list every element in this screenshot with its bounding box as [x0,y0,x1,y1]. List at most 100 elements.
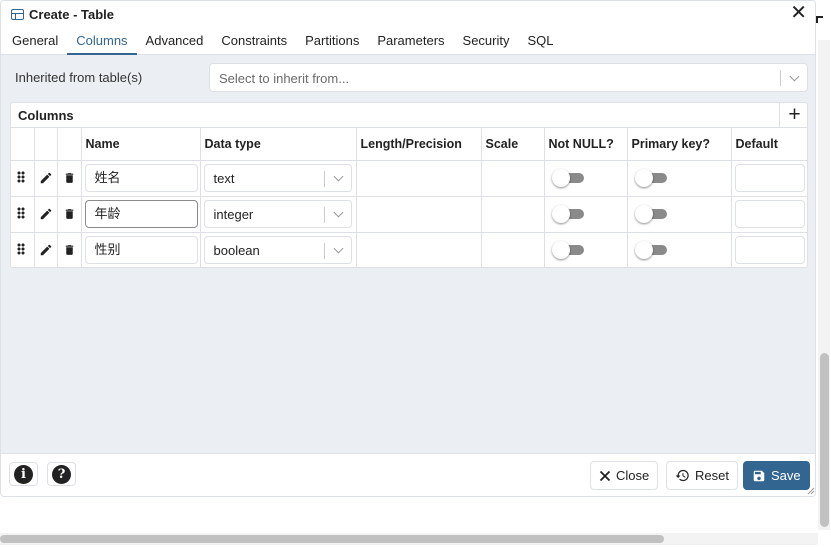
trash-icon[interactable] [63,243,76,257]
edit-icon[interactable] [39,243,53,257]
data-type-select[interactable]: boolean [203,236,352,265]
data-type-value: text [213,171,235,186]
save-button[interactable]: Save [743,461,810,490]
toggle-knob [551,169,570,187]
toggle-knob [551,205,570,223]
trash-icon[interactable] [63,207,76,221]
close-button[interactable]: Close [590,461,659,490]
horizontal-scrollbar-thumb[interactable] [0,535,664,543]
select-divider [323,207,325,223]
columns-table: Name Data type Length/Precision Scale No… [11,128,807,267]
columns-panel-title: Columns [18,108,74,123]
select-divider [323,171,325,187]
column-name-input[interactable]: 性别 [84,236,198,265]
chevron-down-icon[interactable] [333,243,343,254]
save-icon [752,469,766,483]
dialog-title: Create - Table [29,6,115,22]
length-precision-cell[interactable] [356,196,482,233]
chevron-down-icon[interactable] [333,171,343,182]
add-column-button[interactable]: + [779,103,807,128]
primary-key-toggle[interactable] [634,241,671,260]
tab-advanced[interactable]: Advanced [137,27,213,55]
scale-cell[interactable] [481,160,545,197]
drag-handle-icon[interactable] [17,206,25,219]
table-row: 姓名 text [11,160,807,197]
not-null-toggle[interactable] [551,241,588,260]
table-row: 年龄 integer [11,196,807,233]
close-button-label: Close [616,468,650,483]
dialog-footer: i ? Close Reset Save [1,453,815,496]
toggle-knob [634,205,653,223]
toggle-knob [634,169,653,187]
column-name-input[interactable]: 年龄 [84,200,198,228]
scale-cell[interactable] [481,196,545,233]
chevron-down-icon[interactable] [333,207,343,218]
default-value-input[interactable] [734,236,805,265]
save-button-label: Save [771,468,801,483]
chevron-down-icon[interactable] [789,71,800,82]
info-icon: i [14,464,33,484]
not-null-toggle[interactable] [551,205,588,223]
tab-general[interactable]: General [3,27,67,55]
length-precision-cell[interactable] [356,160,482,197]
toggle-knob [634,241,653,260]
length-precision-cell[interactable] [356,232,482,267]
close-icon[interactable]: ✕ [790,3,807,23]
help-button[interactable]: ? [47,462,76,486]
tab-constraints[interactable]: Constraints [212,27,296,55]
columns-panel: Columns + Name Data type Length/Precisio… [10,102,808,268]
drag-handle-icon[interactable] [17,242,25,255]
table-header-row: Name Data type Length/Precision Scale No… [11,128,807,161]
info-button[interactable]: i [9,462,38,486]
not-null-toggle[interactable] [551,169,588,187]
select-divider [780,70,781,86]
reset-button[interactable]: Reset [666,461,738,490]
data-type-select[interactable]: text [203,164,352,192]
tab-columns[interactable]: Columns [67,27,137,55]
data-type-select[interactable]: integer [203,200,352,228]
table-icon [11,8,24,20]
inherit-label: Inherited from table(s) [15,70,143,85]
reset-icon [675,468,690,483]
dialog-titlebar: Create - Table ✕ [1,1,815,27]
create-table-dialog: Create - Table ✕ General Columns Advance… [0,0,816,497]
inherit-select[interactable]: Select to inherit from... [209,63,808,92]
header-scale: Scale [481,128,545,161]
header-drag [11,128,35,161]
tab-security[interactable]: Security [454,27,519,55]
header-not-null: Not NULL? [544,128,628,161]
header-length-precision: Length/Precision [356,128,482,161]
header-data-type: Data type [200,128,357,161]
select-divider [323,243,325,260]
inherit-row: Inherited from table(s) Select to inheri… [1,61,815,95]
vertical-scrollbar-thumb[interactable] [820,353,829,527]
columns-panel-header: Columns + [11,103,807,128]
drag-handle-icon[interactable] [17,170,25,183]
close-icon [599,470,611,482]
toggle-knob [551,241,570,260]
header-edit [34,128,58,161]
tab-partitions[interactable]: Partitions [296,27,368,55]
primary-key-toggle[interactable] [634,169,671,187]
trash-icon[interactable] [63,171,76,185]
primary-key-toggle[interactable] [634,205,671,223]
scale-cell[interactable] [481,232,545,267]
tab-parameters[interactable]: Parameters [368,27,453,55]
corner-mark [816,16,823,23]
edit-icon[interactable] [39,207,53,221]
reset-button-label: Reset [695,468,729,483]
inherit-placeholder: Select to inherit from... [219,71,350,86]
header-delete [57,128,82,161]
data-type-value: integer [213,207,254,222]
header-default: Default [731,128,807,161]
tab-sql[interactable]: SQL [519,27,563,55]
default-value-input[interactable] [734,200,805,228]
tab-bar: General Columns Advanced Constraints Par… [1,27,815,55]
resize-handle-icon[interactable] [806,486,815,495]
header-name: Name [81,128,201,161]
default-value-input[interactable] [734,164,805,192]
column-name-input[interactable]: 姓名 [84,164,198,192]
data-type-value: boolean [213,243,260,259]
help-icon: ? [52,464,71,484]
edit-icon[interactable] [39,171,53,185]
